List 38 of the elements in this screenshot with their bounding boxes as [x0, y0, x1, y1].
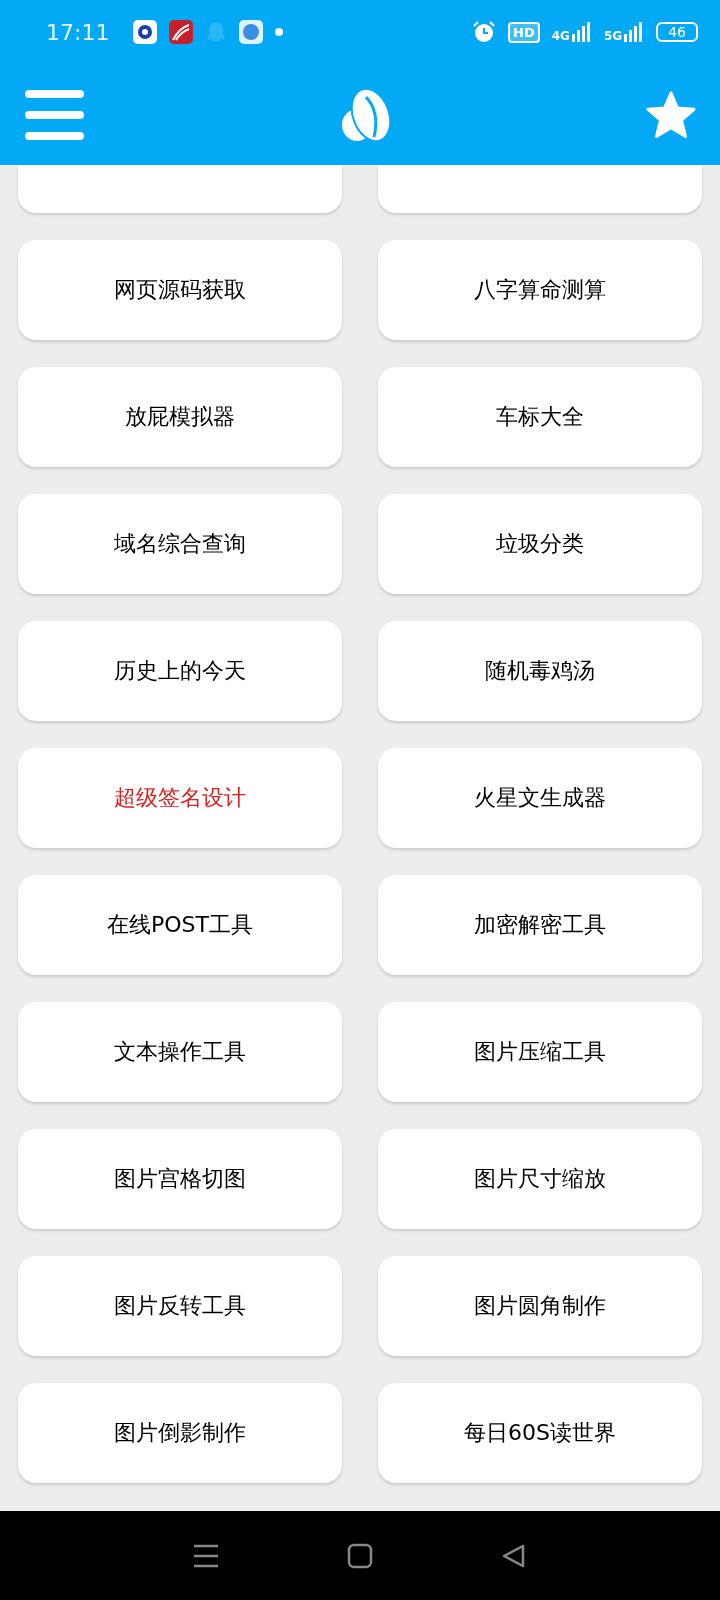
tool-card[interactable]: 火星文生成器 [378, 748, 702, 848]
app-icon [133, 20, 158, 44]
tool-card[interactable]: 每日60S读世界 [378, 1383, 702, 1483]
tool-card[interactable]: 文本操作工具 [18, 1002, 342, 1102]
alarm-icon [472, 20, 497, 44]
tool-card[interactable]: 图片圆角制作 [378, 1256, 702, 1356]
tool-card[interactable]: 在线POST工具 [18, 875, 342, 975]
back-icon[interactable] [501, 1542, 527, 1569]
tool-card[interactable]: 图片尺寸缩放 [378, 1129, 702, 1229]
tool-card[interactable]: 图片宫格切图 [18, 1129, 342, 1229]
tool-card[interactable]: 图片压缩工具 [378, 1002, 702, 1102]
signal-icon [571, 22, 592, 42]
star-icon[interactable] [646, 90, 696, 139]
tool-card[interactable]: 随机毒鸡汤 [378, 621, 702, 721]
tool-card[interactable]: 加密解密工具 [378, 875, 702, 975]
tool-card[interactable]: 车标大全 [378, 367, 702, 467]
tool-card[interactable]: 超级签名设计 [18, 748, 342, 848]
menu-icon[interactable] [25, 88, 85, 141]
battery-level: 46 [656, 22, 698, 42]
tool-card[interactable]: 八字算命测算 [378, 240, 702, 340]
tool-card[interactable]: 图片倒影制作 [18, 1383, 342, 1483]
signal-icon [624, 22, 645, 42]
app-icon [239, 20, 264, 44]
tool-card[interactable]: 图片反转工具 [18, 1256, 342, 1356]
shell-logo-icon [339, 86, 392, 143]
app-icon [169, 20, 194, 44]
tool-card[interactable]: 放屁模拟器 [18, 367, 342, 467]
network-label: 5G [603, 30, 623, 42]
tool-card[interactable]: 历史上的今天 [18, 621, 342, 721]
tool-card[interactable]: 网页源码获取 [18, 240, 342, 340]
tool-card[interactable]: 垃圾分类 [378, 494, 702, 594]
home-icon[interactable] [347, 1542, 373, 1569]
dot-icon [275, 28, 284, 36]
network-label: 4G [551, 30, 570, 42]
recents-icon[interactable] [193, 1543, 219, 1568]
hd-badge: HD [508, 21, 540, 43]
tool-card[interactable]: 域名综合查询 [18, 494, 342, 594]
status-time: 17:11 [46, 19, 110, 45]
